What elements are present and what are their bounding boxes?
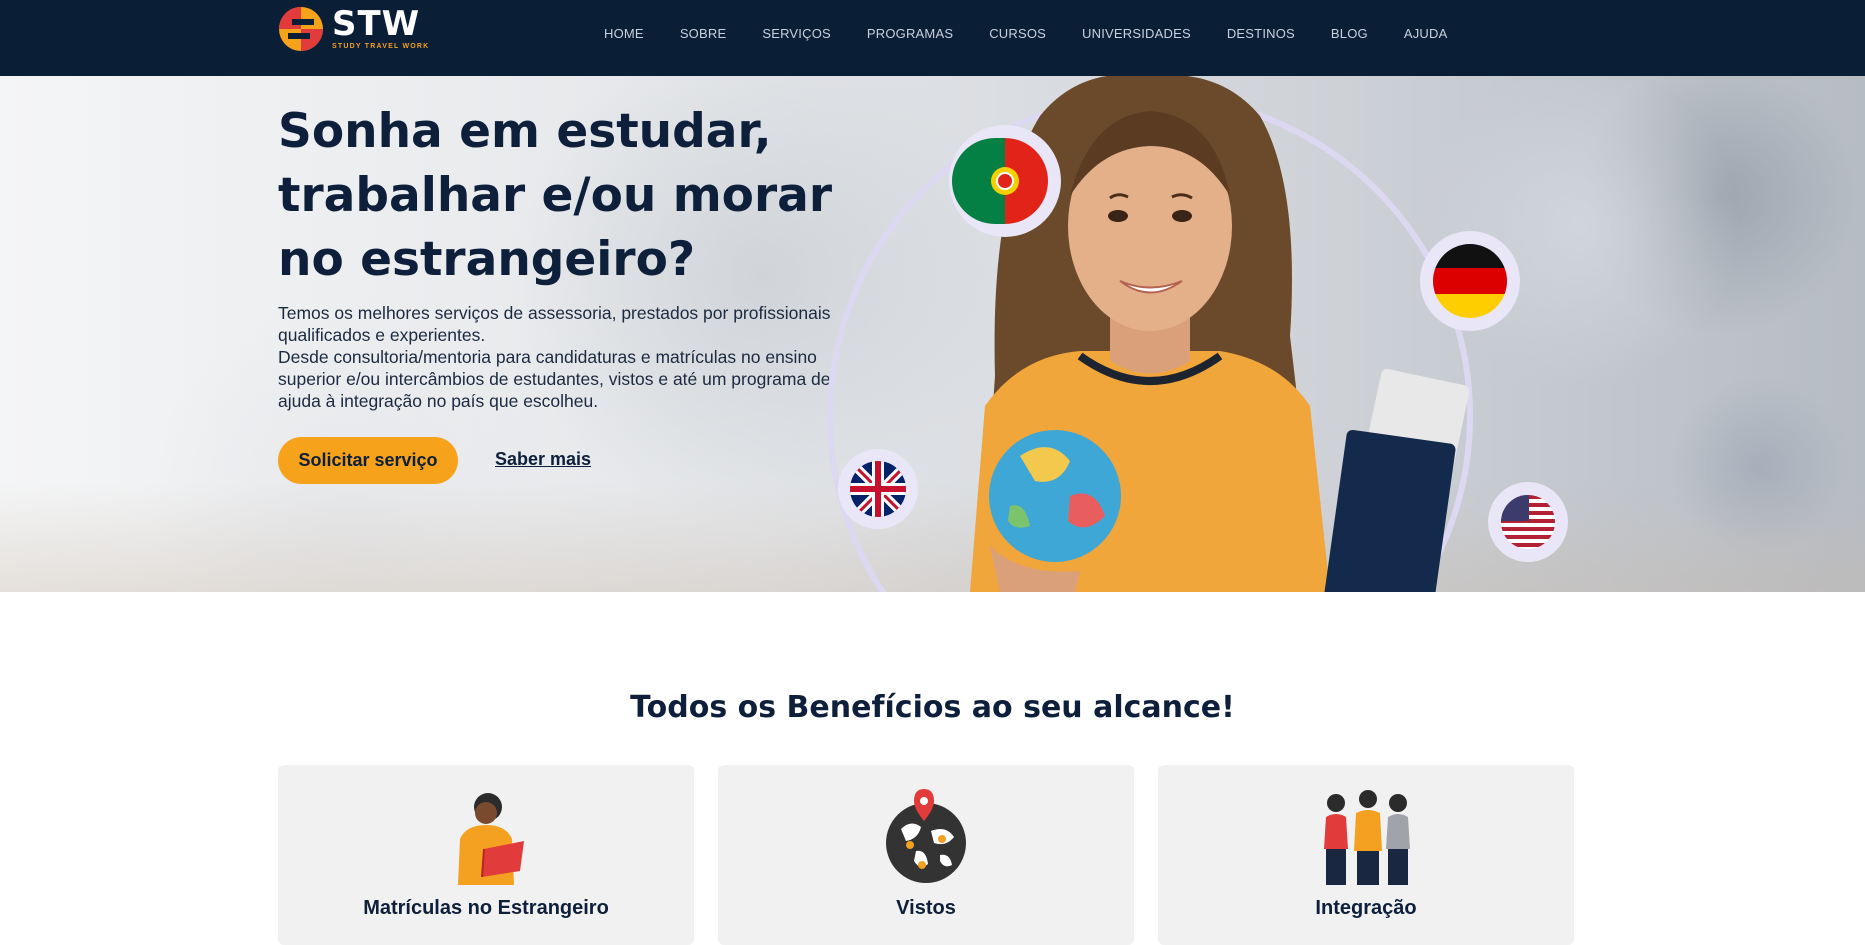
- usa-flag-icon: [1488, 482, 1568, 562]
- hero-section: Sonha em estudar, trabalhar e/ou morar n…: [0, 76, 1865, 592]
- group-people-icon: [1324, 790, 1410, 885]
- nav-programas[interactable]: PROGRAMAS: [867, 26, 953, 41]
- logo[interactable]: STW STUDY TRAVEL WORK: [278, 6, 429, 54]
- stw-logo-icon: [279, 7, 323, 51]
- benefit-card-matriculas[interactable]: Matrículas no Estrangeiro: [278, 765, 694, 945]
- uk-flag-icon: [838, 449, 918, 529]
- hero-illustration: [827, 76, 1568, 592]
- benefit-card-title: Matrículas no Estrangeiro: [363, 897, 609, 919]
- world-map-pins-icon: [886, 789, 966, 883]
- logo-text: STW STUDY TRAVEL WORK: [332, 6, 429, 50]
- hero-description-line2: Desde consultoria/mentoria para candidat…: [278, 347, 831, 411]
- student-reading-icon: [458, 793, 524, 885]
- main-menu: HOME SOBRE SERVIÇOS PROGRAMAS CURSOS UNI…: [604, 0, 1483, 66]
- hero-description-line1: Temos os melhores serviços de assessoria…: [278, 303, 831, 345]
- request-service-button[interactable]: Solicitar serviço: [278, 437, 458, 484]
- germany-flag-icon: [1420, 231, 1520, 331]
- nav-universidades[interactable]: UNIVERSIDADES: [1082, 26, 1191, 41]
- nav-destinos[interactable]: DESTINOS: [1227, 26, 1295, 41]
- nav-blog[interactable]: BLOG: [1331, 26, 1368, 41]
- benefit-card-title: Vistos: [896, 897, 956, 919]
- passport: [1324, 429, 1456, 592]
- learn-more-link[interactable]: Saber mais: [495, 449, 591, 470]
- nav-cursos[interactable]: CURSOS: [989, 26, 1046, 41]
- benefit-card-integracao[interactable]: Integração: [1158, 765, 1574, 945]
- nav-home[interactable]: HOME: [604, 26, 644, 41]
- benefit-card-vistos[interactable]: Vistos: [718, 765, 1134, 945]
- hero-description: Temos os melhores serviços de assessoria…: [278, 302, 838, 412]
- logo-tagline: STUDY TRAVEL WORK: [332, 43, 430, 50]
- nav-sobre[interactable]: SOBRE: [680, 26, 727, 41]
- benefits-title: Todos os Benefícios ao seu alcance!: [630, 690, 1235, 725]
- logo-wordmark: STW: [332, 4, 421, 44]
- nav-servicos[interactable]: SERVIÇOS: [762, 26, 831, 41]
- portugal-flag-icon: [949, 125, 1061, 237]
- nav-ajuda[interactable]: AJUDA: [1404, 26, 1448, 41]
- top-navbar: STW STUDY TRAVEL WORK HOME SOBRE SERVIÇO…: [0, 0, 1865, 76]
- benefit-card-title: Integração: [1315, 897, 1417, 919]
- hero-title: Sonha em estudar, trabalhar e/ou morar n…: [278, 104, 833, 287]
